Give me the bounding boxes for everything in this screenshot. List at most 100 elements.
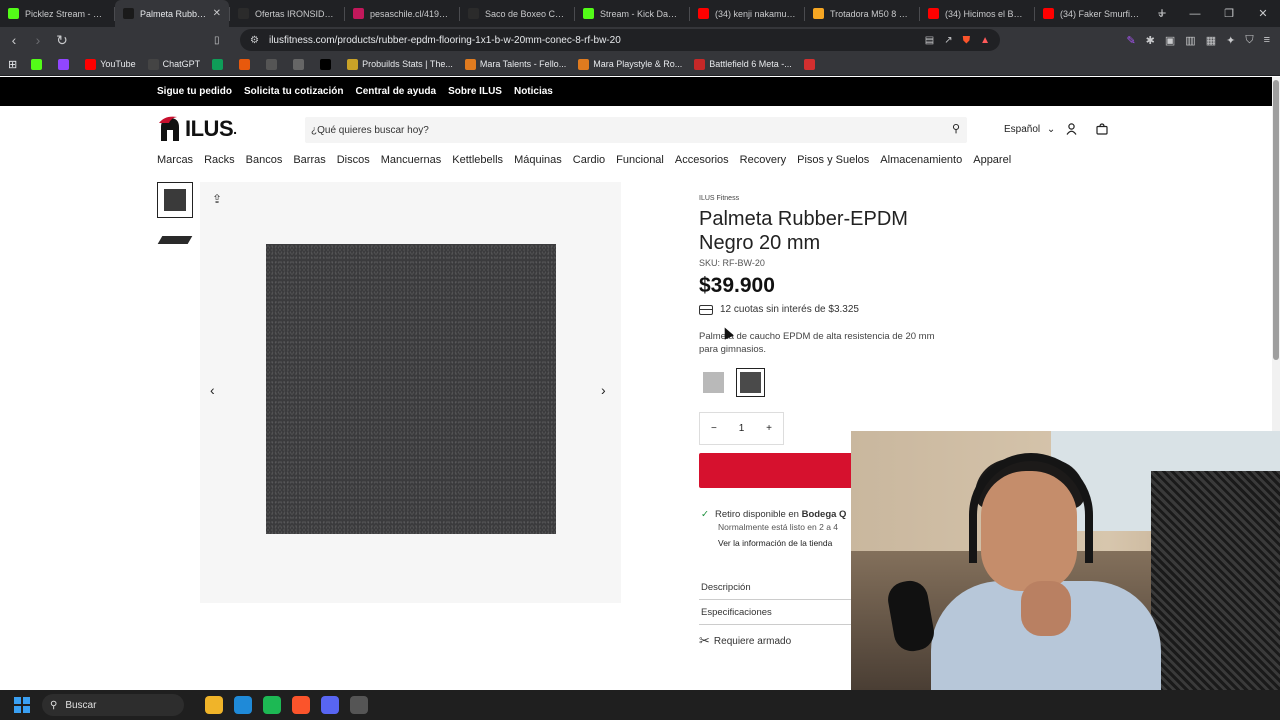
browser-tab[interactable]: Palmeta Rubber-E ✕ (115, 0, 229, 27)
wallet-icon[interactable]: ▦ (1206, 34, 1216, 47)
chevron-left-icon[interactable]: ‹ (210, 382, 215, 398)
chevron-down-icon[interactable]: ⌄ (1144, 0, 1178, 27)
windows-start-icon[interactable] (14, 697, 30, 713)
browser-tab[interactable]: Trotadora M50 8 km/h (805, 0, 919, 27)
address-bar[interactable]: ▯ ⚙ ilusfitness.com/products/rubber-epdm… (214, 29, 1000, 51)
bookmark-item[interactable] (293, 58, 308, 70)
nav-item[interactable]: Pisos y Suelos (797, 154, 869, 168)
nav-item[interactable]: Bancos (246, 154, 283, 168)
nav-item[interactable]: Funcional (616, 154, 664, 168)
search-icon[interactable]: ⚲ (952, 122, 960, 135)
chevron-right-icon[interactable]: › (601, 382, 606, 398)
ilus-logo[interactable]: ILUS . (157, 115, 237, 143)
brave-rewards-icon[interactable]: ▲ (980, 35, 990, 46)
increase-quantity-button[interactable]: + (766, 423, 772, 434)
puzzle-icon[interactable]: ✱ (1146, 34, 1155, 47)
close-tab-icon[interactable]: ✕ (213, 8, 221, 19)
nav-item[interactable]: Mancuernas (381, 154, 442, 168)
vpn-icon[interactable]: ⛉ (1245, 34, 1253, 47)
thumbnail-side[interactable] (157, 222, 193, 258)
bookmark-item[interactable] (31, 58, 46, 70)
nav-item[interactable]: Kettlebells (452, 154, 503, 168)
nav-item[interactable]: Discos (337, 154, 370, 168)
spotify-icon[interactable] (263, 696, 281, 714)
browser-tab[interactable]: Picklez Stream - Watch (0, 0, 114, 27)
menu-icon[interactable]: ≡ (1264, 34, 1270, 47)
bookmark-item[interactable]: Battlefield 6 Meta -... (694, 58, 792, 70)
pickup-store: Bodega Q (801, 509, 847, 520)
nav-item[interactable]: Apparel (973, 154, 1011, 168)
quantity-value[interactable]: 1 (739, 423, 745, 434)
brave-icon[interactable] (292, 696, 310, 714)
browser-tab[interactable]: Saco de Boxeo Cuero c (460, 0, 574, 27)
nav-item[interactable]: Máquinas (514, 154, 562, 168)
browser-tab[interactable]: (34) Hicimos el BMW E (920, 0, 1034, 27)
site-info-icon[interactable]: ⚙ (250, 35, 259, 46)
leo-icon[interactable]: ✦ (1226, 34, 1235, 47)
bookmark-item[interactable] (320, 58, 335, 70)
scrollbar-thumb[interactable] (1273, 80, 1279, 360)
product-brand[interactable]: ILUS Fitness (699, 195, 739, 202)
bookmark-item[interactable] (266, 58, 281, 70)
back-icon[interactable]: ‹ (4, 32, 24, 48)
browser-tab[interactable]: pesaschile.cl/419-dest (345, 0, 459, 27)
reload-icon[interactable]: ↻ (52, 32, 72, 49)
bookmark-item[interactable]: Probuilds Stats | The... (347, 58, 453, 70)
bookmark-item[interactable]: YouTube (85, 58, 136, 70)
browser-tab[interactable]: Ofertas IRONSIDE – Ir (230, 0, 344, 27)
top-link[interactable]: Solicita tu cotización (244, 86, 343, 97)
decrease-quantity-button[interactable]: − (711, 423, 717, 434)
top-link[interactable]: Sobre ILUS (448, 86, 502, 97)
taskbar-search[interactable]: ⚲ Buscar (42, 694, 184, 716)
bookmark-item[interactable] (239, 58, 254, 70)
bookmark-item[interactable]: Mara Talents - Fello... (464, 58, 566, 70)
top-link[interactable]: Noticias (514, 86, 553, 97)
nav-item[interactable]: Recovery (740, 154, 786, 168)
nav-item[interactable]: Racks (204, 154, 235, 168)
browser-tab[interactable]: (34) kenji nakamura - Y (690, 0, 804, 27)
tab-title: Trotadora M50 8 km/h (830, 8, 911, 19)
reader-icon[interactable]: ▤ (925, 35, 934, 46)
extension-icon[interactable]: ✎ (1126, 34, 1135, 47)
bookmark-icon[interactable]: ▯ (214, 35, 220, 46)
sidebar-icon[interactable]: ▥ (1185, 34, 1195, 47)
nav-item[interactable]: Marcas (157, 154, 193, 168)
thumbnail-front[interactable] (157, 182, 193, 218)
top-link[interactable]: Sigue tu pedido (157, 86, 232, 97)
bookmark-item[interactable]: ChatGPT (147, 58, 200, 70)
file-explorer-icon[interactable] (205, 696, 223, 714)
minimize-icon[interactable]: — (1178, 0, 1212, 27)
store-info-link[interactable]: Ver la información de la tienda (718, 538, 832, 548)
brave-shield-icon[interactable]: ⛊ (963, 35, 971, 46)
product-image[interactable] (266, 244, 556, 534)
color-swatch[interactable] (736, 368, 765, 397)
nav-item[interactable]: Accesorios (675, 154, 729, 168)
nav-item[interactable]: Cardio (573, 154, 605, 168)
bookmark-item[interactable]: Mara Playstyle & Ro... (578, 58, 682, 70)
bookmark-item[interactable] (803, 58, 819, 70)
bookmark-item[interactable] (58, 58, 73, 70)
nav-item[interactable]: Almacenamiento (880, 154, 962, 168)
top-link[interactable]: Central de ayuda (355, 86, 436, 97)
cart-icon[interactable] (1096, 123, 1108, 138)
maximize-icon[interactable]: ❐ (1212, 0, 1246, 27)
bookmark-item[interactable] (212, 58, 227, 70)
search-input[interactable]: ¿Qué quieres buscar hoy? ⚲ (305, 117, 967, 143)
forward-icon[interactable]: › (28, 32, 48, 48)
account-icon[interactable] (1066, 123, 1077, 138)
language-selector[interactable]: Español ⌄ (1004, 124, 1055, 135)
share-icon[interactable]: ⇪ (212, 192, 222, 206)
edge-icon[interactable] (234, 696, 252, 714)
tab-search-icon[interactable]: ▣ (1165, 34, 1175, 47)
color-swatch[interactable] (699, 368, 728, 397)
share-icon[interactable]: ↗ (944, 35, 952, 46)
browser-tab[interactable]: Stream - Kick Dashbo (575, 0, 689, 27)
sheets-icon (212, 58, 224, 70)
nav-item[interactable]: Barras (293, 154, 325, 168)
close-icon[interactable]: ✕ (1246, 0, 1280, 27)
steam-icon[interactable] (350, 696, 368, 714)
url-text[interactable]: ilusfitness.com/products/rubber-epdm-flo… (269, 35, 621, 46)
browser-tab[interactable]: (34) Faker Smurfing in (1035, 0, 1149, 27)
apps-icon[interactable]: ⊞ (8, 58, 17, 71)
discord-icon[interactable] (321, 696, 339, 714)
